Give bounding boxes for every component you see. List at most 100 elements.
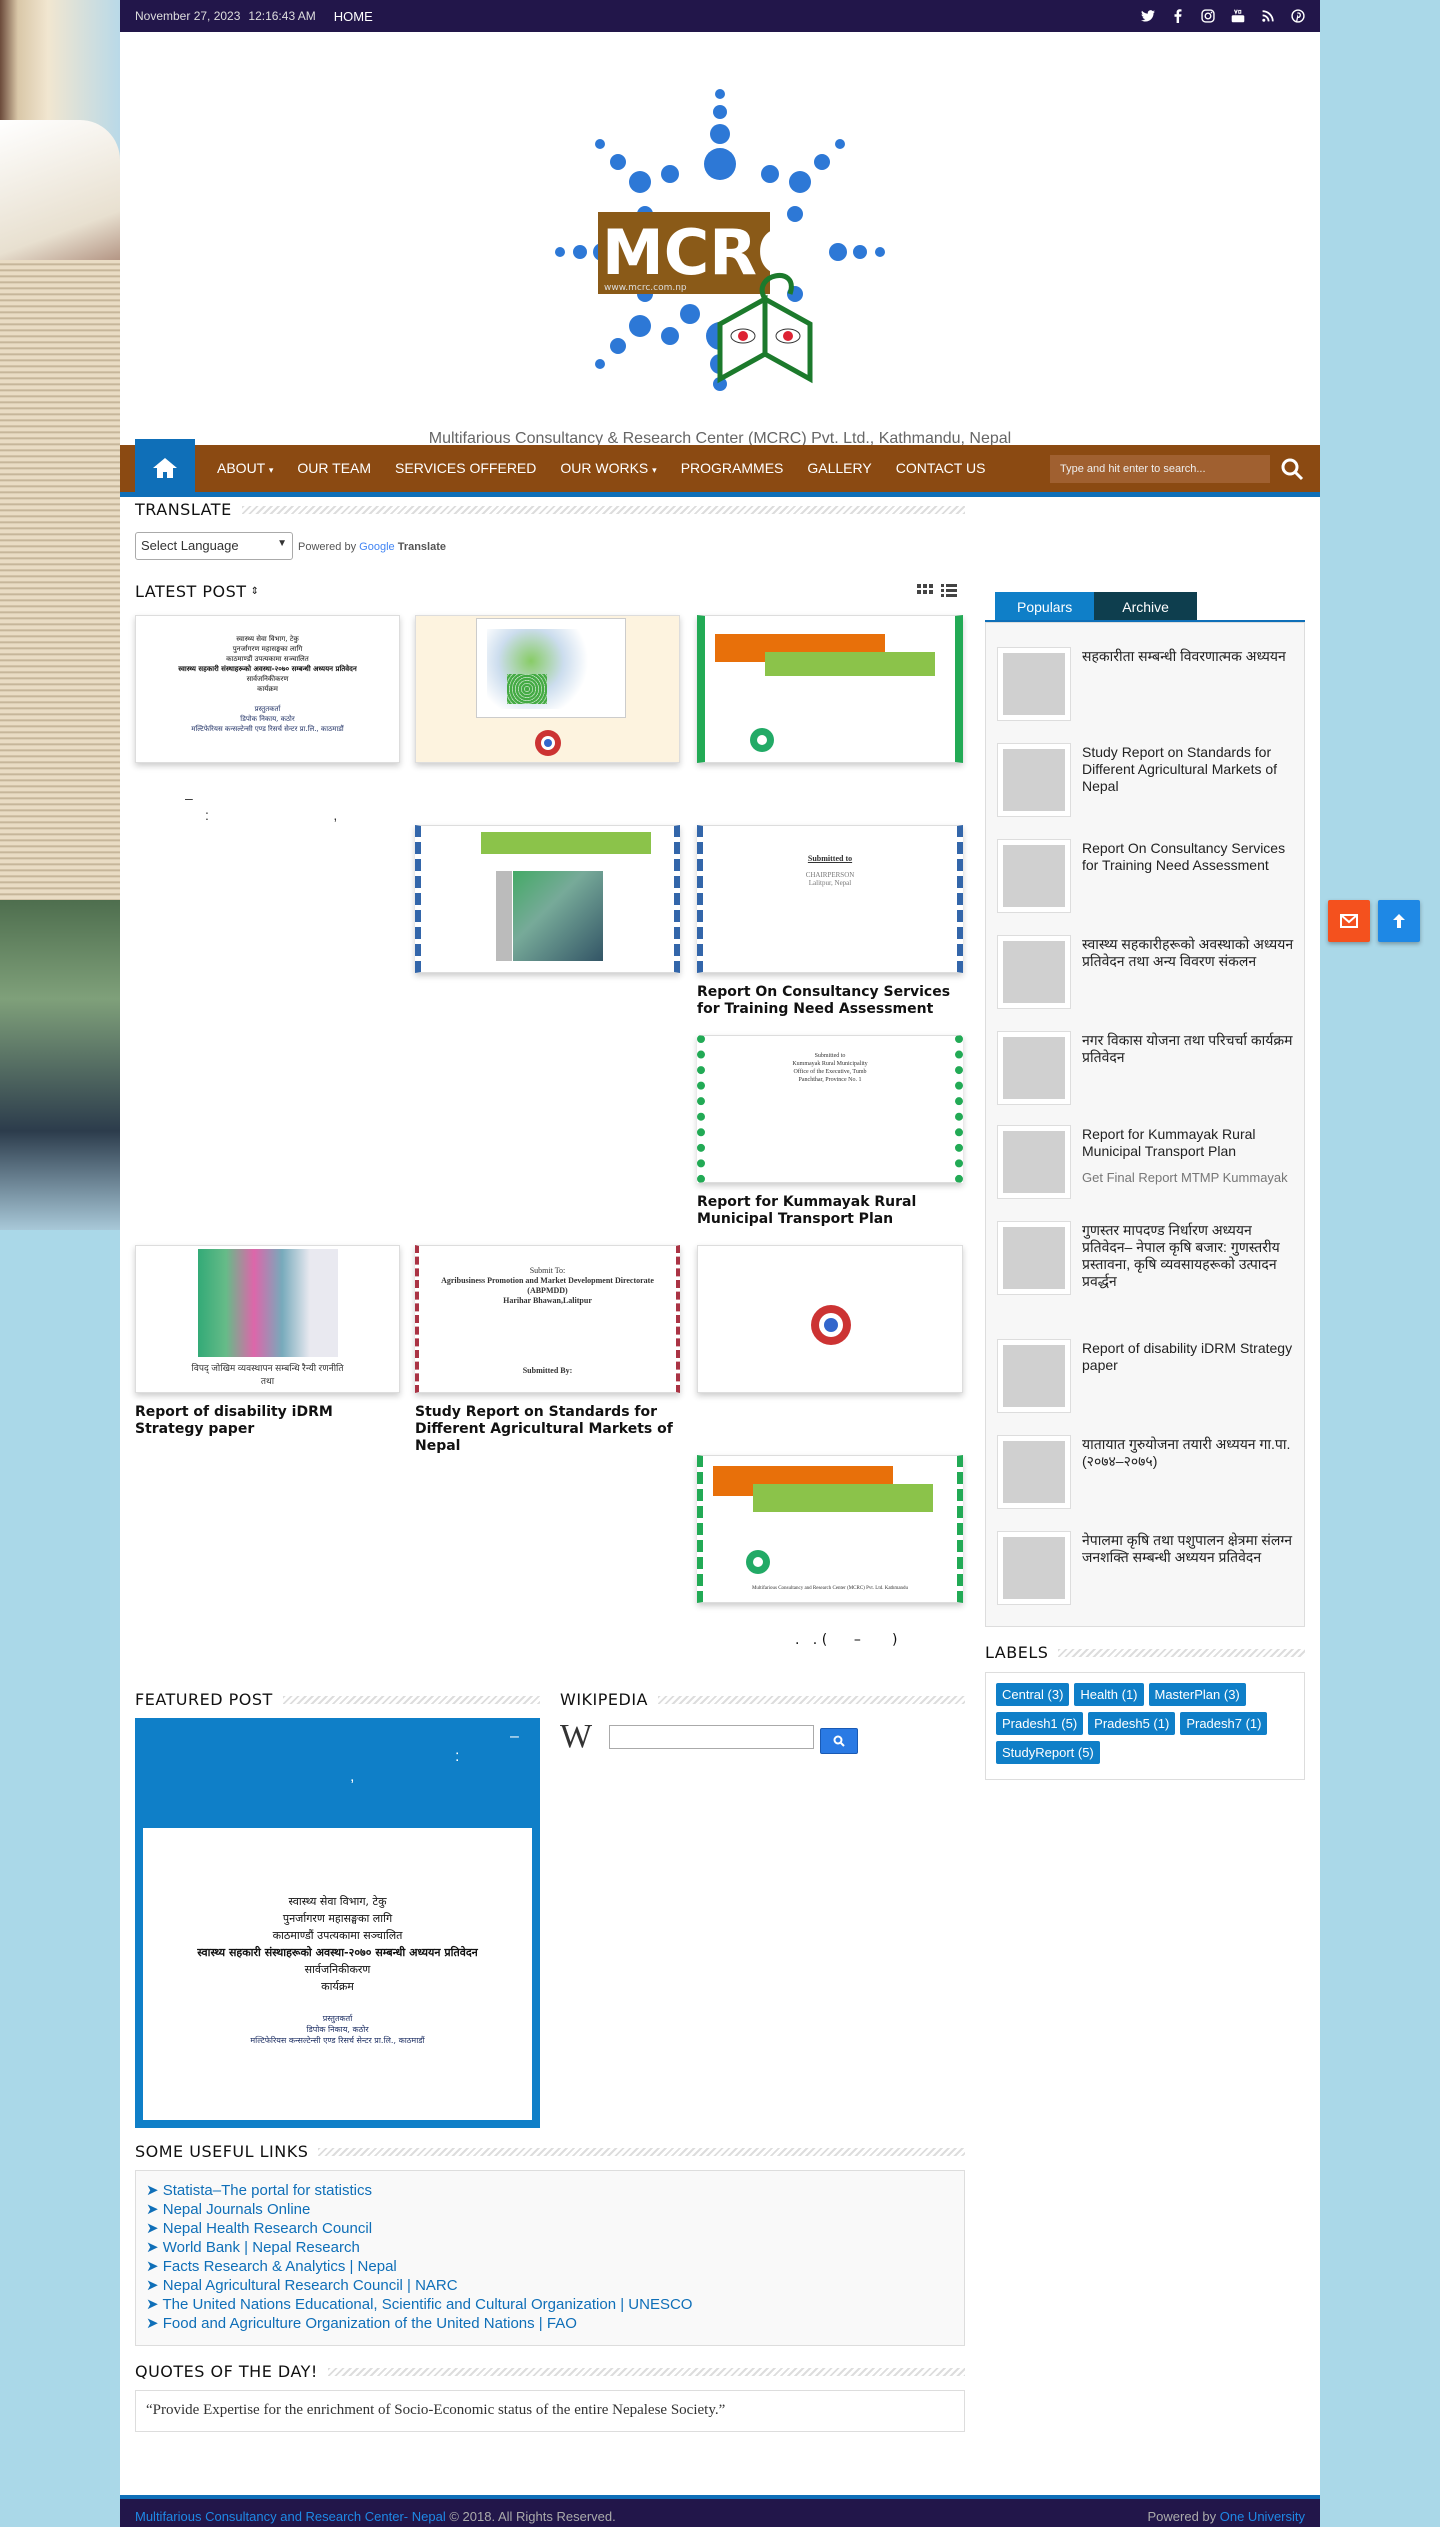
popular-post-item[interactable]: Report of disability iDRM Strategy paper	[997, 1339, 1298, 1420]
social-links	[1141, 9, 1305, 23]
wikipedia-search-input[interactable]	[609, 1725, 814, 1749]
popular-post-title[interactable]: यातायात गुरुयोजना तयारी अध्ययन गा.पा. (२…	[1082, 1436, 1302, 1470]
wikipedia-search-button[interactable]	[820, 1728, 858, 1754]
search-icon[interactable]	[1280, 457, 1304, 481]
useful-link[interactable]: ➤ World Bank | Nepal Research	[146, 2238, 954, 2257]
mcrc-logo[interactable]: MCRC www.mcrc.com.np	[540, 84, 900, 424]
tab-populars[interactable]: Populars	[995, 592, 1095, 622]
popular-post-item[interactable]: यातायात गुरुयोजना तयारी अध्ययन गा.पा. (२…	[997, 1435, 1298, 1516]
popular-post-title[interactable]: Report for Kummayak Rural Municipal Tran…	[1082, 1126, 1302, 1160]
home-icon[interactable]	[135, 439, 195, 497]
post-thumbnail[interactable]	[997, 743, 1071, 817]
site-footer: Multifarious Consultancy and Research Ce…	[120, 2495, 1320, 2527]
post-title-disability[interactable]: Report of disability iDRM Strategy paper	[135, 1404, 400, 1438]
post-card-10[interactable]: Multifarious Consultancy and Research Ce…	[697, 1455, 963, 1603]
twitter-icon[interactable]	[1141, 9, 1155, 23]
post-thumbnail[interactable]	[997, 1435, 1071, 1509]
instagram-icon[interactable]	[1201, 9, 1215, 23]
popular-post-title[interactable]: सहकारीता सम्बन्धी विवरणात्मक अध्ययन	[1082, 648, 1302, 665]
label-tag[interactable]: Pradesh1 (5)	[996, 1712, 1084, 1735]
footer-powered-link[interactable]: One University	[1220, 2509, 1305, 2524]
arrow-icon: ➤	[146, 2220, 163, 2237]
post-card-map[interactable]	[415, 615, 680, 763]
tab-archive[interactable]: Archive	[1094, 592, 1197, 622]
post-thumbnail[interactable]	[997, 839, 1071, 913]
label-tag[interactable]: Pradesh7 (1)	[1180, 1712, 1268, 1735]
nav-item-our-team[interactable]: OUR TEAM	[285, 445, 383, 492]
post-card-training[interactable]: Submitted to CHAIRPERSON Lalitpur, Nepal	[697, 825, 963, 973]
popular-post-item[interactable]: स्वास्थ्य सहकारीहरूको अवस्थाको अध्ययन प्…	[997, 935, 1298, 1016]
post-thumbnail[interactable]	[997, 1125, 1071, 1199]
popular-post-title[interactable]: Report of disability iDRM Strategy paper	[1082, 1340, 1302, 1374]
nav-item-our-works[interactable]: OUR WORKS ▾	[548, 445, 668, 492]
label-tag[interactable]: Central (3)	[996, 1683, 1070, 1706]
post-title-training[interactable]: Report On Consultancy Services for Train…	[697, 984, 963, 1018]
nav-item-gallery[interactable]: GALLERY	[795, 445, 883, 492]
google-translate-credit[interactable]: Powered by Google Translate	[298, 541, 446, 553]
language-select[interactable]: Select Language ▼	[135, 532, 293, 560]
youtube-icon[interactable]	[1231, 9, 1245, 23]
popular-post-title[interactable]: स्वास्थ्य सहकारीहरूको अवस्थाको अध्ययन प्…	[1082, 936, 1302, 970]
footer-home-link[interactable]: Multifarious Consultancy and Research Ce…	[135, 2509, 446, 2524]
useful-link[interactable]: ➤ Nepal Agricultural Research Council | …	[146, 2276, 954, 2295]
post-thumbnail[interactable]	[997, 1221, 1071, 1295]
popular-post-title[interactable]: नगर विकास योजना तथा परिचर्चा कार्यक्रम प…	[1082, 1032, 1302, 1066]
featured-post-image[interactable]: स्वास्थ्य सेवा विभाग, टेकु पुनर्जागरण महा…	[143, 1828, 532, 2120]
post-card-3[interactable]	[697, 615, 963, 763]
labels-title: LABELS	[985, 1643, 1305, 1662]
nav-item-about[interactable]: ABOUT ▾	[205, 445, 285, 492]
popular-post-title[interactable]: नेपालमा कृषि तथा पशुपालन क्षेत्रमा संलग्…	[1082, 1532, 1302, 1566]
popular-post-item[interactable]: सहकारीता सम्बन्धी विवरणात्मक अध्ययन	[997, 647, 1298, 728]
list-view-icon[interactable]	[941, 584, 957, 601]
post-title-agri[interactable]: Study Report on Standards for Different …	[415, 1404, 680, 1455]
nav-item-services[interactable]: SERVICES OFFERED	[383, 445, 548, 492]
post-thumbnail[interactable]	[997, 647, 1071, 721]
pinterest-icon[interactable]	[1291, 9, 1305, 23]
post-thumbnail[interactable]	[997, 1339, 1071, 1413]
popular-post-snippet: Get Final Report MTMP Kummayak	[1082, 1170, 1288, 1185]
popular-post-item[interactable]: नेपालमा कृषि तथा पशुपालन क्षेत्रमा संलग्…	[997, 1531, 1298, 1612]
post-title-1a[interactable]: –	[185, 790, 193, 806]
useful-link[interactable]: ➤ Facts Research & Analytics | Nepal	[146, 2257, 954, 2276]
post-card-health-coop[interactable]: स्वास्थ्य सेवा विभाग, टेकु पुनर्जागरण महा…	[135, 615, 400, 763]
back-to-top-button[interactable]	[1378, 900, 1420, 942]
post-thumbnail[interactable]	[997, 1531, 1071, 1605]
rss-icon[interactable]	[1261, 9, 1275, 23]
post-card-kummayak[interactable]: Submitted to Kummayak Rural Municipality O…	[697, 1035, 963, 1183]
useful-link[interactable]: ➤ Nepal Health Research Council	[146, 2219, 954, 2238]
useful-link[interactable]: ➤ Nepal Journals Online	[146, 2200, 954, 2219]
post-title-10[interactable]: . . ( – )	[795, 1632, 995, 1649]
post-title-1b[interactable]: : ,	[205, 807, 337, 823]
label-tag[interactable]: StudyReport (5)	[996, 1741, 1100, 1764]
facebook-icon[interactable]	[1171, 9, 1185, 23]
label-tag[interactable]: Health (1)	[1074, 1683, 1144, 1706]
post-thumbnail[interactable]	[997, 1031, 1071, 1105]
search-input[interactable]: Type and hit enter to search...	[1050, 455, 1270, 483]
home-link[interactable]: HOME	[334, 9, 373, 24]
grid-view-icon[interactable]	[917, 584, 933, 601]
popular-post-title[interactable]: गुणस्तर मापदण्ड निर्धारण अध्ययन प्रतिवेद…	[1082, 1222, 1302, 1290]
popular-post-item[interactable]: नगर विकास योजना तथा परिचर्चा कार्यक्रम प…	[997, 1031, 1298, 1112]
post-thumbnail[interactable]	[997, 935, 1071, 1009]
post-title-kummayak[interactable]: Report for Kummayak Rural Municipal Tran…	[697, 1194, 963, 1228]
post-card-disability[interactable]: विपद् जोखिम व्यवस्थापन सम्बन्धि रैन्यी र…	[135, 1245, 400, 1393]
popular-post-item[interactable]: Report On Consultancy Services for Train…	[997, 839, 1298, 920]
mail-button[interactable]	[1328, 900, 1370, 942]
post-card-9[interactable]	[697, 1245, 963, 1393]
popular-post-item[interactable]: Report for Kummayak Rural Municipal Tran…	[997, 1125, 1298, 1206]
useful-link[interactable]: ➤ Statista–The portal for statistics	[146, 2181, 954, 2200]
nav-item-programmes[interactable]: PROGRAMMES	[669, 445, 796, 492]
useful-link[interactable]: ➤ Food and Agriculture Organization of t…	[146, 2314, 954, 2333]
useful-link[interactable]: ➤ The United Nations Educational, Scient…	[146, 2295, 954, 2314]
post-card-agri[interactable]: Submit To: Agribusiness Promotion and Ma…	[415, 1245, 680, 1393]
featured-post-card[interactable]: – : , स्वास्थ्य सेवा विभाग, टेकु पुनर्जाग…	[135, 1718, 540, 2128]
popular-post-title[interactable]: Study Report on Standards for Different …	[1082, 744, 1302, 795]
popular-post-item[interactable]: गुणस्तर मापदण्ड निर्धारण अध्ययन प्रतिवेद…	[997, 1221, 1298, 1302]
popular-post-title[interactable]: Report On Consultancy Services for Train…	[1082, 840, 1302, 874]
post-card-4[interactable]	[415, 825, 680, 973]
label-tag[interactable]: MasterPlan (3)	[1148, 1683, 1246, 1706]
popular-post-item[interactable]: Study Report on Standards for Different …	[997, 743, 1298, 824]
label-tag[interactable]: Pradesh5 (1)	[1088, 1712, 1176, 1735]
nav-item-contact[interactable]: CONTACT US	[884, 445, 998, 492]
envelope-icon	[1340, 914, 1358, 928]
